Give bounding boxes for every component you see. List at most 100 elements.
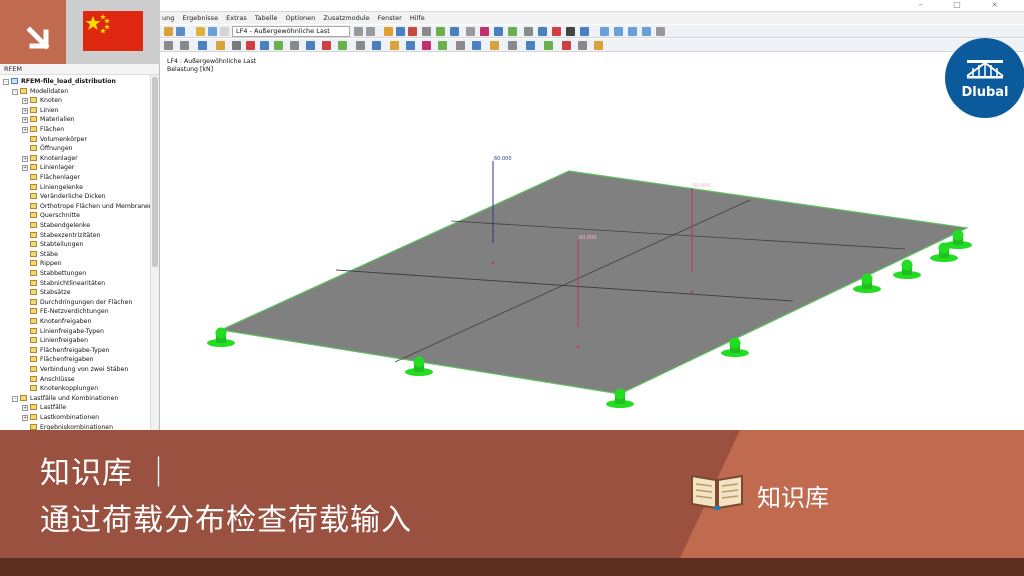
maximize-button[interactable]: □ (953, 0, 975, 9)
tree-item[interactable]: Veränderliche Dicken (22, 192, 106, 202)
tree-item[interactable]: + Materialien (22, 115, 75, 125)
tree-item[interactable]: Orthotrope Flächen und Membranen (22, 202, 153, 212)
support-display-icon[interactable] (438, 41, 447, 50)
tree-item[interactable]: Durchdringungen der Flächen (22, 298, 132, 308)
pointer-icon[interactable] (594, 41, 603, 50)
support-icon[interactable] (436, 27, 445, 36)
tree-item[interactable]: Stabnichtlinearitäten (22, 279, 105, 289)
line-icon[interactable] (232, 41, 241, 50)
menu-item-ergebnisse[interactable]: Ergebnisse (182, 12, 218, 24)
settings-icon[interactable] (508, 41, 517, 50)
section-icon[interactable] (466, 27, 475, 36)
plate-icon[interactable] (260, 41, 269, 50)
expand-icon[interactable]: + (22, 127, 28, 133)
snap-icon[interactable] (164, 41, 173, 50)
tree-item[interactable]: + Knoten (22, 96, 62, 106)
expand-icon[interactable]: + (22, 165, 28, 172)
tree-item[interactable]: Linienfreigabe-Typen (22, 327, 104, 337)
menu-item-optionen[interactable]: Optionen (285, 12, 315, 24)
load-display-icon[interactable] (422, 41, 431, 50)
view-icon[interactable] (422, 27, 431, 36)
result-values-icon[interactable] (390, 41, 399, 50)
tree-item[interactable]: + Lastfälle (22, 403, 66, 413)
close-button[interactable]: × (991, 0, 1012, 9)
node-icon[interactable] (216, 41, 225, 50)
front-view-icon[interactable] (628, 27, 637, 36)
menu-item-zusatzmodule[interactable]: Zusatzmodule (323, 12, 369, 24)
model-graphic[interactable]: 60.000 60.000 60.000 (161, 53, 1024, 430)
tree-item[interactable]: Verbindung von zwei Stäben (22, 365, 128, 375)
tree-item[interactable]: Stabbettungen (22, 269, 86, 279)
next-load-case-icon[interactable] (366, 27, 375, 36)
tree-item[interactable]: Liniengelenke (22, 183, 83, 193)
model-viewport[interactable]: 60.000 60.000 60.000 LF4 : Außergewöhnlich… (161, 53, 1024, 430)
tree-item[interactable]: FE-Netzverdichtungen (22, 307, 109, 317)
collapse-icon[interactable]: - (3, 79, 9, 85)
coordinate-icon[interactable] (198, 41, 207, 50)
expand-icon[interactable]: + (22, 155, 28, 162)
hinge-icon[interactable] (246, 41, 255, 50)
color-scale-icon[interactable] (490, 41, 499, 50)
expand-icon[interactable]: + (22, 415, 28, 421)
numbering-icon[interactable] (456, 41, 465, 50)
menu-item-extras[interactable]: Extras (226, 12, 247, 24)
surface-icon[interactable] (494, 27, 503, 36)
expand-icon[interactable]: + (22, 117, 28, 124)
window-controls[interactable]: – □ × (919, 0, 1012, 9)
iso-view-icon[interactable] (600, 27, 609, 36)
navigator-scrollbar[interactable] (150, 75, 159, 430)
rotate-icon[interactable] (580, 27, 589, 36)
mesh-icon[interactable] (508, 27, 517, 36)
top-view-icon[interactable] (614, 27, 623, 36)
tree-item[interactable]: Querschnitte (22, 211, 80, 221)
tree-item[interactable]: + Lastkombinationen (22, 413, 99, 423)
tree-item[interactable]: Stabteilungen (22, 240, 83, 250)
tree-item[interactable]: Linienfreigaben (22, 336, 88, 346)
tree-item[interactable]: Flächenlager (22, 173, 80, 183)
grid-icon[interactable] (180, 41, 189, 50)
tree-item[interactable]: Knotenkopplungen (22, 384, 98, 394)
results-icon[interactable] (396, 27, 405, 36)
open-file-icon[interactable] (176, 27, 185, 36)
tree-root[interactable]: - RFEM-file_load_distribution (3, 77, 116, 87)
wireframe-icon[interactable] (356, 41, 365, 50)
print-icon[interactable] (208, 27, 217, 36)
axis-icon[interactable] (472, 41, 481, 50)
tree-item[interactable]: Stabendgelenke (22, 221, 90, 231)
print-graphic-icon[interactable] (526, 41, 535, 50)
member-icon[interactable] (480, 27, 489, 36)
tree-item[interactable]: Stabsätze (22, 288, 71, 298)
delete-icon[interactable] (552, 27, 561, 36)
clipping-icon[interactable] (322, 41, 331, 50)
tree-item[interactable]: Flächenfreigabe-Typen (22, 346, 109, 356)
menu-item-hilfe[interactable]: Hilfe (410, 12, 425, 24)
menu-item-berechnung[interactable]: ung (162, 12, 174, 24)
tree-item[interactable]: Ergebniskombinationen (22, 423, 113, 430)
calculate-icon[interactable] (384, 27, 393, 36)
tree-item[interactable]: + Knotenlager (22, 154, 78, 164)
rulers-icon[interactable] (578, 41, 587, 50)
tree-item[interactable]: Knotenfreigaben (22, 317, 91, 327)
tree-item[interactable]: - Lastfälle und Kombinationen (12, 394, 118, 404)
load-case-combo[interactable]: LF4 - Außergewöhnliche Last (232, 26, 350, 37)
tree-item[interactable]: Volumenkörper (22, 135, 87, 145)
line-support-icon[interactable] (274, 41, 283, 50)
visibility-icon[interactable] (656, 27, 665, 36)
solid-icon[interactable] (372, 41, 381, 50)
render-icon[interactable] (566, 27, 575, 36)
check-icon[interactable] (562, 41, 571, 50)
side-view-icon[interactable] (642, 27, 651, 36)
deformation-icon[interactable] (408, 27, 417, 36)
select-icon[interactable] (524, 27, 533, 36)
expand-icon[interactable]: + (22, 98, 28, 105)
tree-item[interactable]: Stabexzentrizitäten (22, 231, 100, 241)
collapse-icon[interactable]: - (12, 88, 18, 95)
filter-icon[interactable] (338, 41, 347, 50)
tree-item[interactable]: + Linienlager (22, 163, 74, 173)
menu-item-tabelle[interactable]: Tabelle (255, 12, 278, 24)
tree-item[interactable]: - Modelldaten (12, 87, 68, 97)
tree-item[interactable]: Flächenfreigaben (22, 355, 94, 365)
navigator-scroll-thumb[interactable] (152, 77, 158, 267)
load-icon[interactable] (450, 27, 459, 36)
new-file-icon[interactable] (164, 27, 173, 36)
